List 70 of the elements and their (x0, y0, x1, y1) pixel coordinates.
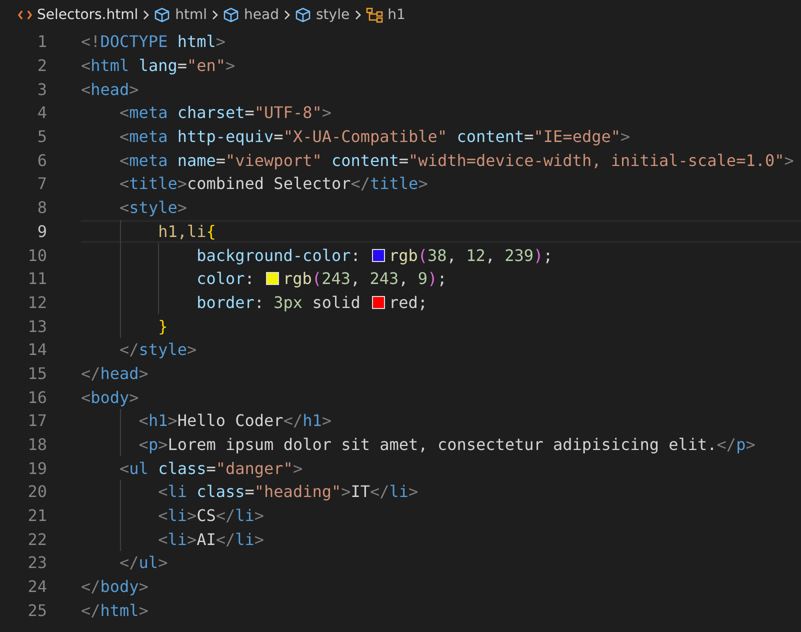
code-text: h1,li{ (158, 222, 216, 241)
code-text: <style> (120, 198, 187, 218)
code-text: <p>Lorem ipsum dolor sit amet, consectetur adipisicing elit.</p> (138, 435, 756, 454)
code-text: <meta http-equiv="X-UA-Compatible" content="IE=edge"> (120, 127, 630, 146)
line-number: 16 (26, 388, 47, 407)
code-icon (18, 9, 32, 21)
line-number: 14 (26, 340, 47, 360)
chevron-icon (142, 9, 150, 21)
line-number: 4 (36, 103, 47, 122)
code-text: red; (389, 292, 428, 312)
code-text: color: (196, 269, 256, 288)
line-number: 7 (36, 174, 47, 194)
code-text: <!DOCTYPE html> (81, 32, 226, 52)
structure-icon (366, 7, 383, 23)
chevron-icon (354, 9, 362, 21)
code-text: background-color: (196, 246, 362, 265)
line-number: 3 (36, 80, 47, 99)
code-text: </html> (81, 600, 148, 620)
code-text: <title>combined Selector</title> (120, 174, 428, 194)
line-number: 18 (26, 435, 47, 454)
code-text: <meta charset="UTF-8"> (120, 103, 332, 122)
line-number: 13 (26, 316, 47, 336)
line-number: 19 (26, 458, 47, 478)
line-number: 9 (36, 222, 47, 241)
breadcrumb-item[interactable]: Selectors.html (18, 7, 138, 23)
line-number: 23 (26, 553, 47, 572)
line-number: 20 (26, 482, 47, 502)
breadcrumb-item[interactable]: h1 (366, 7, 406, 23)
line-number: 5 (36, 127, 47, 146)
code-text: </body> (81, 577, 148, 596)
color-swatch[interactable] (266, 272, 280, 286)
cube-icon (154, 7, 170, 23)
line-number: 6 (36, 150, 47, 170)
line-number: 21 (26, 506, 47, 526)
code-text: border: 3px solid (196, 292, 362, 312)
cube-icon (295, 7, 311, 23)
line-number: 1 (36, 32, 47, 52)
code-text: rgb(243, 243, 9); (283, 269, 447, 288)
code-text: <li class="heading">IT</li> (158, 482, 418, 502)
breadcrumb-item[interactable]: head (223, 7, 279, 23)
line-number: 8 (36, 198, 47, 218)
code-text: <h1>Hello Coder</h1> (138, 411, 332, 430)
code-text: </head> (81, 364, 148, 383)
code-text: <li>AI</li> (158, 530, 264, 549)
chevron-icon (211, 9, 220, 21)
code-text: <meta name="viewport" content="width=device-width, initial-scale=1.0"> (120, 150, 794, 170)
code-text: <html lang="en"> (81, 56, 236, 76)
line-number: 2 (36, 56, 47, 76)
breadcrumb-item[interactable]: style (295, 7, 350, 23)
chevron-icon (283, 9, 291, 21)
code-text: } (158, 316, 168, 336)
code-text: rgb(38, 12, 239); (388, 246, 553, 265)
line-number: 15 (26, 364, 47, 383)
code-text: <head> (81, 80, 139, 99)
color-swatch[interactable] (372, 296, 385, 309)
breadcrumb-item[interactable]: html (154, 7, 208, 23)
cube-icon (223, 7, 240, 23)
line-number: 25 (26, 600, 47, 620)
line-number: 24 (26, 577, 47, 596)
line-number: 10 (26, 246, 47, 265)
line-number: 17 (26, 411, 47, 430)
color-swatch[interactable] (372, 248, 385, 262)
line-number: 11 (26, 269, 47, 288)
line-number: 22 (26, 530, 47, 549)
code-text: <li>CS</li> (158, 506, 264, 526)
line-number: 12 (26, 292, 47, 312)
code-text: <ul class="danger"> (120, 458, 303, 478)
code-text: <body> (81, 388, 139, 407)
code-text: </style> (120, 340, 197, 360)
code-text: </ul> (120, 553, 168, 572)
